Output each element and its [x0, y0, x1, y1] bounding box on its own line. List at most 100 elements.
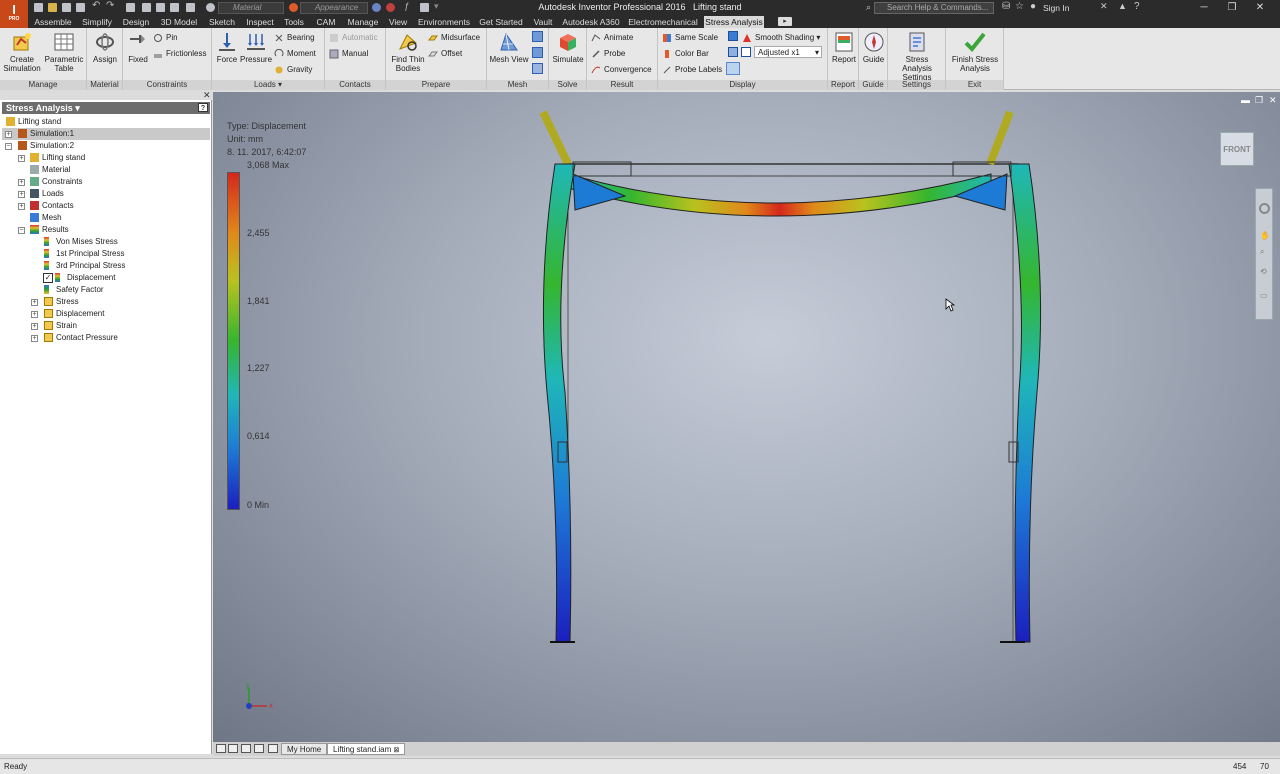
- minimize-button[interactable]: ─: [1190, 0, 1218, 16]
- expand-icon[interactable]: +: [31, 335, 38, 342]
- sketch-icon[interactable]: [170, 3, 179, 12]
- new-file-icon[interactable]: [34, 3, 43, 12]
- select-icon[interactable]: [142, 3, 151, 12]
- viewport-minimize-icon[interactable]: ▬: [1241, 95, 1250, 105]
- same-scale-button[interactable]: Same Scale: [662, 32, 718, 44]
- print-icon[interactable]: [76, 3, 85, 12]
- browser-help-icon[interactable]: ?: [198, 103, 208, 112]
- tab-view[interactable]: View: [384, 16, 412, 28]
- close-button[interactable]: ✕: [1246, 0, 1274, 16]
- pin-button[interactable]: Pin: [153, 32, 178, 44]
- tab-electromechanical[interactable]: Electromechanical: [624, 16, 702, 28]
- expand-icon[interactable]: +: [31, 299, 38, 306]
- zoom-icon[interactable]: ⌕: [1260, 247, 1264, 257]
- boundary-icon[interactable]: [728, 47, 738, 57]
- create-simulation-button[interactable]: Create Simulation: [2, 31, 42, 73]
- tree-node-safety-factor[interactable]: Safety Factor: [44, 284, 104, 296]
- ribbon-options-icon[interactable]: ▸: [778, 17, 792, 26]
- fx-icon[interactable]: ƒ: [404, 1, 413, 11]
- local-mesh-icon[interactable]: [532, 47, 543, 58]
- assign-button[interactable]: Assign: [89, 31, 121, 64]
- frictionless-button[interactable]: Frictionless: [153, 48, 206, 60]
- parametric-table-button[interactable]: Parametric Table: [44, 31, 84, 73]
- update-icon[interactable]: [186, 3, 195, 12]
- tree-node-material[interactable]: Material: [30, 164, 70, 176]
- report-button[interactable]: Report: [830, 31, 858, 64]
- smooth-shading-dropdown[interactable]: Smooth Shading ▾: [742, 32, 820, 44]
- open-folder-icon[interactable]: [48, 3, 57, 12]
- color-bar-button[interactable]: Color Bar: [662, 48, 709, 60]
- probe-labels-button[interactable]: Probe Labels: [662, 64, 722, 76]
- document-list-icon[interactable]: [268, 744, 278, 753]
- moment-button[interactable]: Moment: [274, 48, 316, 60]
- tree-node-1st-principal-stress[interactable]: 1st Principal Stress: [44, 248, 124, 260]
- tree-node-3rd-principal-stress[interactable]: 3rd Principal Stress: [44, 260, 125, 272]
- tree-node-displacement-folder[interactable]: Displacement: [44, 308, 104, 320]
- automatic-button[interactable]: Automatic: [329, 32, 378, 44]
- stress-analysis-settings-button[interactable]: Stress Analysis Settings: [890, 31, 944, 82]
- tree-node-strain-folder[interactable]: Strain: [44, 320, 77, 332]
- expand-icon[interactable]: +: [18, 191, 25, 198]
- expand-icon[interactable]: +: [18, 155, 25, 162]
- tree-node-contact-pressure-folder[interactable]: Contact Pressure: [44, 332, 118, 344]
- displacement-checkbox[interactable]: ✓: [43, 273, 53, 283]
- expand-icon[interactable]: +: [18, 179, 25, 186]
- grid-view-icon[interactable]: [228, 744, 238, 753]
- home-icon[interactable]: [126, 3, 135, 12]
- tree-node-von-mises-stress[interactable]: Von Mises Stress: [44, 236, 118, 248]
- tab-design[interactable]: Design: [118, 16, 154, 28]
- adjust-icon[interactable]: [372, 3, 381, 12]
- mesh-view-button[interactable]: Mesh View: [489, 31, 529, 64]
- tab-autodesk-a360[interactable]: Autodesk A360: [560, 16, 622, 28]
- tab-manage[interactable]: Manage: [344, 16, 382, 28]
- collapse-icon[interactable]: −: [5, 143, 12, 150]
- qat-more-icon[interactable]: ▾: [434, 1, 443, 11]
- displacement-scale-dropdown[interactable]: Adjusted x1 ▾: [754, 46, 822, 58]
- guide-button[interactable]: Guide: [860, 31, 887, 64]
- search-input[interactable]: Search Help & Commands...: [874, 2, 994, 14]
- convergence-button[interactable]: Convergence: [591, 64, 652, 76]
- orbit-icon[interactable]: ⟲: [1260, 267, 1267, 276]
- tree-node-lifting-stand[interactable]: Lifting stand: [30, 152, 85, 164]
- tab-environments[interactable]: Environments: [414, 16, 474, 28]
- probe-button[interactable]: Probe: [591, 48, 625, 60]
- group-label-loads[interactable]: Loads ▾: [212, 80, 324, 90]
- graphics-viewport[interactable]: Type: Displacement Unit: mm 8. 11. 2017,…: [213, 92, 1280, 742]
- animate-button[interactable]: Animate: [591, 32, 633, 44]
- simulate-button[interactable]: Simulate: [551, 31, 585, 64]
- restore-button[interactable]: ❐: [1218, 0, 1246, 16]
- tree-node-results[interactable]: Results: [30, 224, 69, 236]
- tab-3d-model[interactable]: 3D Model: [156, 16, 202, 28]
- tree-node-stress-folder[interactable]: Stress: [44, 296, 79, 308]
- convergence-settings-icon[interactable]: [532, 63, 543, 74]
- color-icon[interactable]: [206, 3, 215, 12]
- browser-header[interactable]: Stress Analysis ▾ ?: [2, 102, 210, 114]
- expand-icon[interactable]: +: [31, 311, 38, 318]
- tab-sketch[interactable]: Sketch: [204, 16, 240, 28]
- expand-icon[interactable]: +: [18, 203, 25, 210]
- deformed-style-icon[interactable]: [726, 62, 740, 75]
- mesh-settings-icon[interactable]: [532, 31, 543, 42]
- tree-node-loads[interactable]: Loads: [30, 188, 64, 200]
- viewcube[interactable]: FRONT: [1220, 132, 1254, 166]
- expand-icon[interactable]: +: [5, 131, 12, 138]
- tab-close-icon[interactable]: ⊠: [394, 747, 400, 754]
- collapse-icon[interactable]: −: [18, 227, 25, 234]
- measure-icon[interactable]: [420, 3, 429, 12]
- viewport-close-icon[interactable]: ✕: [1269, 95, 1277, 106]
- look-at-icon[interactable]: ▭: [1260, 291, 1268, 300]
- tab-inspect[interactable]: Inspect: [242, 16, 278, 28]
- a360-icon[interactable]: ▲: [1118, 1, 1127, 11]
- result-display-icon[interactable]: [728, 31, 738, 41]
- tree-node-contacts[interactable]: Contacts: [30, 200, 74, 212]
- cart-icon[interactable]: ⛁: [1002, 1, 1010, 12]
- redo-icon[interactable]: ↷: [106, 0, 115, 11]
- help-icon[interactable]: ?: [1134, 1, 1140, 12]
- sign-in-link[interactable]: Sign In: [1043, 3, 1069, 13]
- force-button[interactable]: Force: [214, 31, 240, 64]
- tree-node-lifting-stand-root[interactable]: Lifting stand: [6, 116, 61, 128]
- bearing-button[interactable]: Bearing: [274, 32, 315, 44]
- tab-lifting-stand-iam[interactable]: Lifting stand.iam ⊠: [327, 743, 406, 755]
- midsurface-button[interactable]: Midsurface: [428, 32, 480, 44]
- vertical-view-icon[interactable]: [254, 744, 264, 753]
